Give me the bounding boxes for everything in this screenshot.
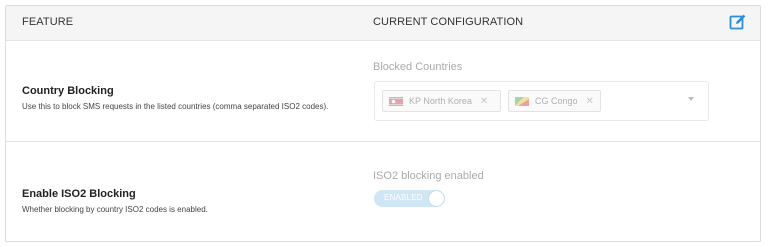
country-tag: KP North Korea ✕	[382, 90, 501, 112]
country-tag-label: KP North Korea	[409, 96, 472, 106]
congo-flag-icon	[515, 96, 529, 106]
feature-name: Country Blocking	[22, 85, 114, 97]
table-header: FEATURE CURRENT CONFIGURATION	[6, 6, 760, 41]
country-tag: CG Congo ✕	[508, 90, 601, 112]
iso2-blocking-toggle[interactable]: ENABLED	[374, 190, 445, 207]
edit-icon[interactable]	[729, 13, 747, 31]
toggle-label: ENABLED	[384, 193, 423, 202]
remove-tag-icon[interactable]: ✕	[480, 96, 488, 107]
blocked-countries-label: Blocked Countries	[373, 61, 463, 73]
iso2-blocking-row: Enable ISO2 Blocking Whether blocking by…	[6, 142, 760, 242]
feature-description: Use this to block SMS requests in the li…	[22, 102, 329, 111]
feature-column-header: FEATURE	[22, 16, 74, 28]
north-korea-flag-icon	[389, 96, 403, 106]
feature-config-card: FEATURE CURRENT CONFIGURATION Country Bl…	[5, 5, 761, 242]
feature-name: Enable ISO2 Blocking	[22, 188, 136, 200]
blocked-countries-select[interactable]: KP North Korea ✕ CG Congo ✕	[374, 81, 709, 121]
feature-description: Whether blocking by country ISO2 codes i…	[22, 205, 208, 214]
country-blocking-row: Country Blocking Use this to block SMS r…	[6, 41, 760, 142]
country-tag-label: CG Congo	[535, 96, 578, 106]
configuration-column-header: CURRENT CONFIGURATION	[373, 16, 524, 28]
iso2-blocking-label: ISO2 blocking enabled	[373, 170, 484, 182]
toggle-knob	[429, 191, 444, 206]
remove-tag-icon[interactable]: ✕	[586, 96, 594, 107]
chevron-down-icon[interactable]	[688, 97, 694, 101]
